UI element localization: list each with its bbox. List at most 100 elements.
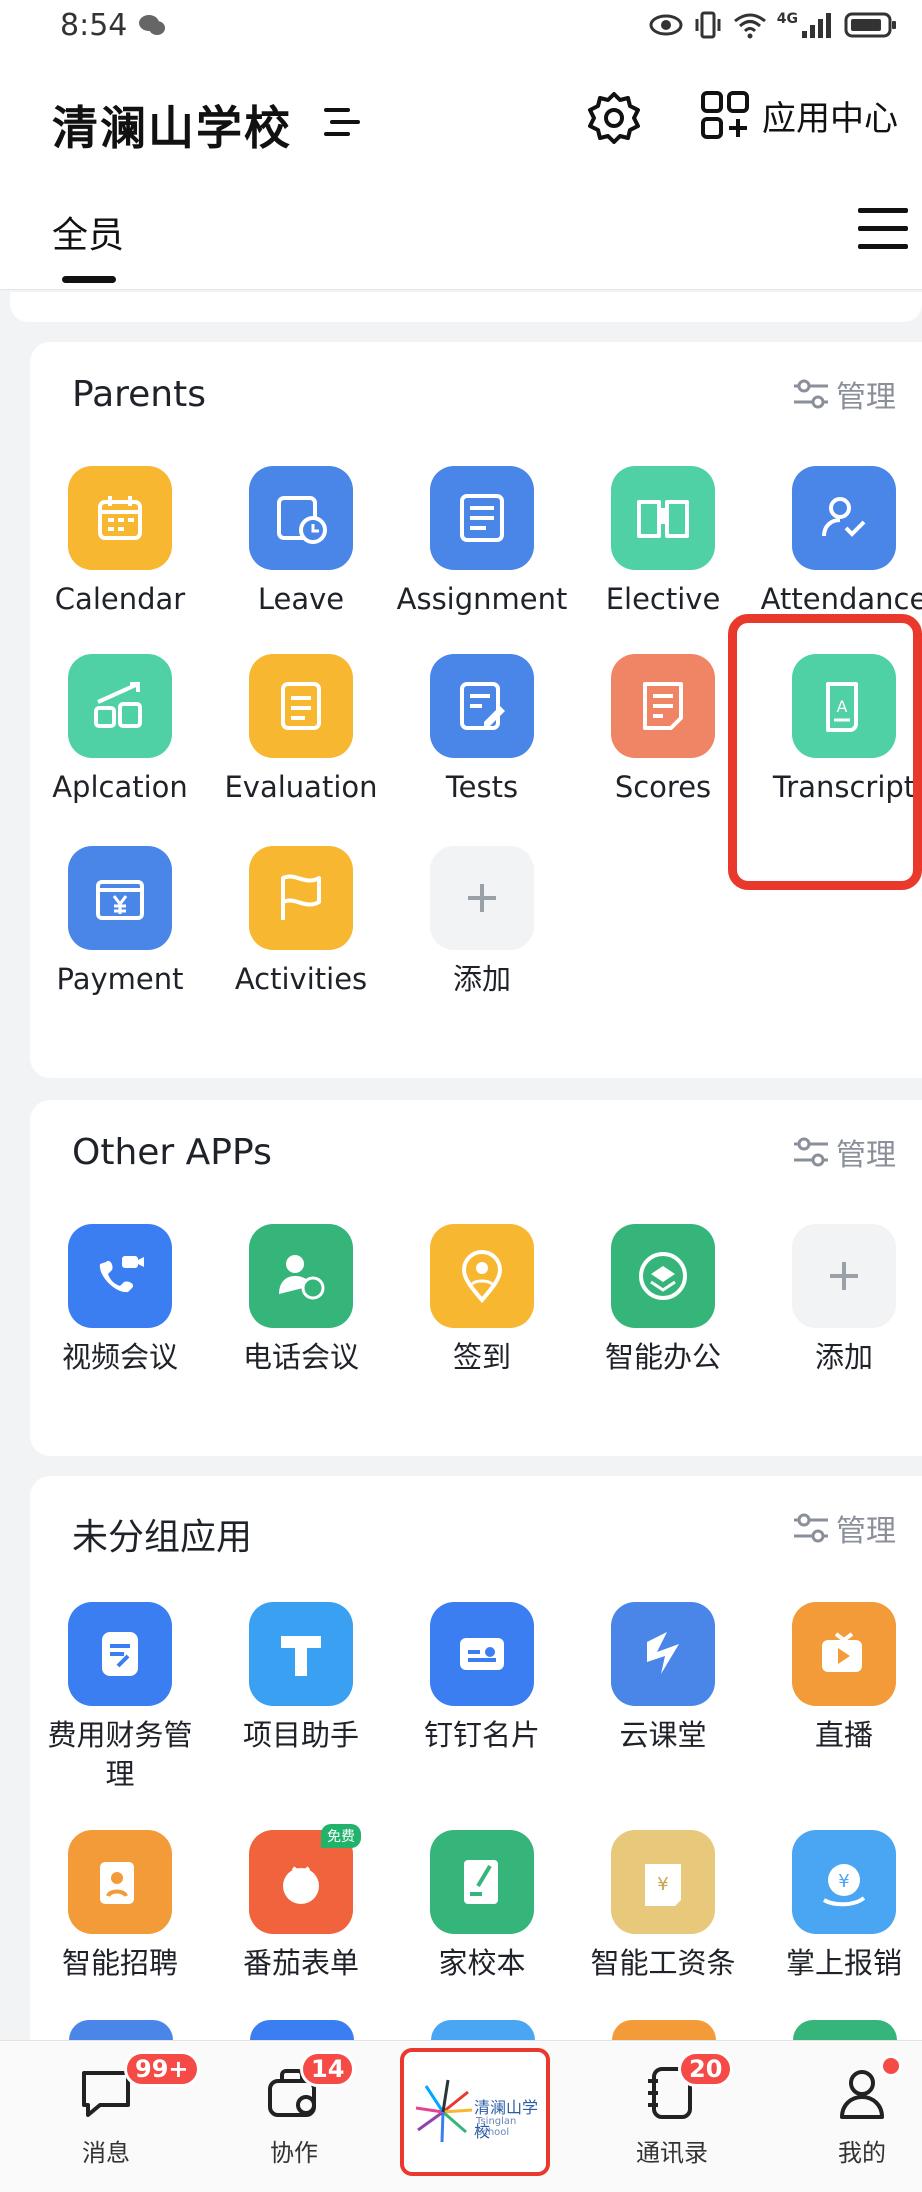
app-plus[interactable]: 添加 <box>392 846 572 999</box>
app-video-call[interactable]: 视频会议 <box>30 1224 210 1377</box>
project-icon <box>249 1602 353 1706</box>
person-check-icon <box>792 466 896 570</box>
salary-icon: ¥ <box>611 1830 715 1934</box>
leave-clock-icon <box>249 466 353 570</box>
app-cloud-class[interactable]: 云课堂 <box>573 1602 753 1755</box>
app-label: 智能办公 <box>604 1340 721 1374</box>
tab-messages[interactable]: 99+ 消息 <box>36 2051 200 2168</box>
next-row-peek <box>431 2020 535 2040</box>
app-leave-clock[interactable]: Leave <box>211 466 391 619</box>
svg-text:¥: ¥ <box>657 1874 668 1895</box>
cloud-class-icon <box>611 1602 715 1706</box>
app-plus[interactable]: 添加 <box>754 1224 922 1377</box>
app-yen-payment[interactable]: Payment <box>30 846 210 999</box>
app-recruit[interactable]: 智能招聘 <box>30 1830 210 1983</box>
org-title[interactable]: 清澜山学校 <box>52 92 292 158</box>
status-bar: 8:54 4G <box>0 0 922 52</box>
app-label: 电话会议 <box>242 1340 359 1374</box>
section-title: Other APPs <box>72 1132 272 1173</box>
battery-icon <box>844 12 896 38</box>
open-book-icon <box>611 466 715 570</box>
status-icons: 4G <box>649 10 898 40</box>
header: 清澜山学校 应用中心 <box>0 52 922 172</box>
recruit-icon <box>68 1830 172 1934</box>
vibrate-icon <box>695 11 721 39</box>
app-calendar[interactable]: Calendar <box>30 466 210 619</box>
next-row-peek <box>793 2020 897 2040</box>
app-label: Aplcation <box>52 770 188 804</box>
app-label: Scores <box>614 770 712 804</box>
app-salary[interactable]: ¥ 智能工资条 <box>573 1830 753 1983</box>
tab-label: 我的 <box>838 2139 886 2167</box>
app-label: Payment <box>56 962 184 996</box>
tab-collaboration[interactable]: 14 协作 <box>224 2051 364 2168</box>
school-logo-icon <box>415 2079 473 2143</box>
me-notification-dot <box>880 2055 902 2077</box>
phone-conference-icon <box>249 1224 353 1328</box>
app-assignment[interactable]: Assignment <box>392 466 572 619</box>
calendar-icon <box>68 466 172 570</box>
app-label: 钉钉名片 <box>423 1718 540 1752</box>
app-person-check[interactable]: Attendance <box>754 466 922 619</box>
manage-button[interactable]: 管理 <box>792 1130 896 1174</box>
app-label: Calendar <box>54 582 186 616</box>
tab-contacts[interactable]: 20 通讯录 <box>602 2051 742 2168</box>
sliders-icon <box>794 1137 828 1167</box>
app-label: Assignment <box>396 582 568 616</box>
video-call-icon <box>68 1224 172 1328</box>
app-live-tv[interactable]: 直播 <box>754 1602 922 1755</box>
app-label: 项目助手 <box>242 1718 359 1752</box>
tab-label: 通讯录 <box>636 2139 708 2167</box>
gear-icon[interactable] <box>586 90 642 146</box>
app-tomato[interactable]: 免费番茄表单 <box>211 1824 391 1983</box>
check-in-location-icon <box>430 1224 534 1328</box>
app-label: 番茄表单 <box>242 1946 359 1980</box>
business-card-icon <box>430 1602 534 1706</box>
app-label: 直播 <box>814 1718 873 1752</box>
notepad-icon <box>249 654 353 758</box>
manage-button[interactable]: 管理 <box>792 372 896 416</box>
edit-document-icon <box>430 654 534 758</box>
app-flag[interactable]: Activities <box>211 846 391 999</box>
app-center-button[interactable]: 应用中心 <box>700 90 898 140</box>
app-notepad[interactable]: Evaluation <box>211 654 391 807</box>
app-expense[interactable]: 费用财务管理 <box>30 1602 210 1794</box>
app-phone-conference[interactable]: 电话会议 <box>211 1224 391 1377</box>
menu-icon[interactable] <box>858 208 908 252</box>
section-title: Parents <box>72 374 206 415</box>
app-business-card[interactable]: 钉钉名片 <box>392 1602 572 1755</box>
app-label: 添加 <box>452 962 511 996</box>
app-edit-document[interactable]: Tests <box>392 654 572 807</box>
org-switch-icon[interactable] <box>324 104 366 140</box>
app-reimburse[interactable]: ¥ 掌上报销 <box>754 1830 922 1983</box>
school-logo-button[interactable]: 清澜山学校 Tsinglan School <box>400 2048 550 2176</box>
wechat-notification-icon <box>139 15 165 35</box>
transcript-highlight-box <box>728 614 922 890</box>
app-label: 添加 <box>814 1340 873 1374</box>
app-score-document[interactable]: Scores <box>573 654 753 807</box>
app-smart-office[interactable]: 智能办公 <box>573 1224 753 1377</box>
app-open-book[interactable]: Elective <box>573 466 753 619</box>
app-label: 视频会议 <box>61 1340 178 1374</box>
smart-office-icon <box>611 1224 715 1328</box>
previous-section-edge <box>10 292 922 322</box>
app-home-school[interactable]: 家校本 <box>392 1830 572 1983</box>
collaboration-badge: 14 <box>300 2051 356 2087</box>
yen-payment-icon <box>68 846 172 950</box>
app-check-in-location[interactable]: 签到 <box>392 1224 572 1377</box>
tab-me[interactable]: 我的 <box>792 2055 922 2168</box>
score-document-icon <box>611 654 715 758</box>
tab-label: 消息 <box>82 2139 130 2167</box>
tab-all[interactable]: 全员 <box>52 206 124 258</box>
free-badge: 免费 <box>321 1824 361 1848</box>
next-row-peek <box>69 2020 173 2040</box>
manage-button[interactable]: 管理 <box>792 1506 896 1550</box>
app-label: 签到 <box>452 1340 511 1374</box>
school-logo-subtitle: Tsinglan School <box>476 2116 517 2138</box>
app-project[interactable]: 项目助手 <box>211 1602 391 1755</box>
wifi-icon <box>733 13 766 39</box>
sliders-icon <box>794 379 828 409</box>
app-growth-chart[interactable]: Aplcation <box>30 654 210 807</box>
plus-icon <box>430 846 534 950</box>
manage-label: 管理 <box>836 1514 896 1549</box>
